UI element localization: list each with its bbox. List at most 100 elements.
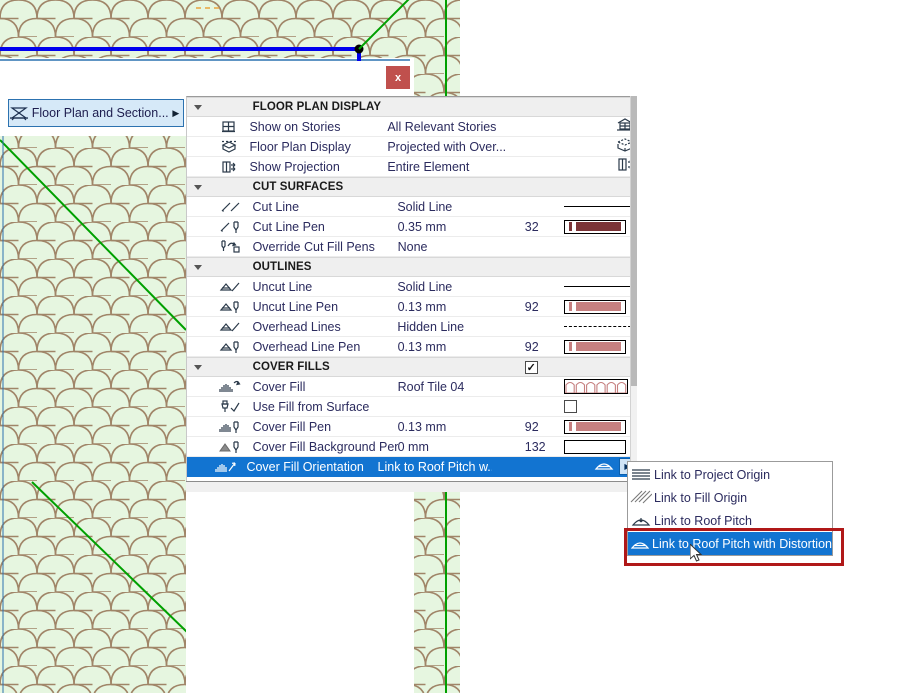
row-label: Cut Line Pen <box>252 219 325 234</box>
cut-line-pen-icon <box>209 219 251 235</box>
section-header-0[interactable]: FLOOR PLAN DISPLAY <box>187 97 636 117</box>
cut-line-icon <box>209 199 251 215</box>
pen-color-swatch[interactable] <box>564 219 627 234</box>
section-header-2[interactable]: OUTLINES <box>187 257 636 277</box>
menu-item-label: Link to Roof Pitch with Distortion <box>652 536 832 551</box>
menu-item-label: Link to Roof Pitch <box>654 513 752 528</box>
row-value[interactable]: 0.13 mm <box>398 420 525 434</box>
tab-floor-plan-and-section[interactable]: Floor Plan and Section... ▶ <box>8 99 184 127</box>
pen-color-swatch[interactable] <box>564 339 627 354</box>
cover-fill-orientation-menu[interactable]: Link to Project Origin Link to Fill Origi… <box>627 461 833 556</box>
section-title: FLOOR PLAN DISPLAY <box>252 101 382 113</box>
collapse-triangle-icon[interactable] <box>187 364 209 370</box>
menu-item[interactable]: Link to Fill Origin <box>628 486 832 509</box>
settings-row[interactable]: Cut Line Pen 0.35 mm 32 <box>187 217 636 237</box>
menu-item-label: Link to Project Origin <box>654 467 771 482</box>
row-swatch[interactable] <box>564 326 637 327</box>
section-header-1[interactable]: CUT SURFACES <box>187 177 636 197</box>
close-icon: x <box>394 71 402 84</box>
row-value[interactable]: 0.13 mm <box>398 340 525 354</box>
close-button[interactable]: x <box>386 66 410 89</box>
row-label: Cover Fill Background Pen <box>252 439 398 454</box>
link-roof-pitch-icon <box>628 513 654 529</box>
settings-row[interactable]: Uncut Line Solid Line <box>187 277 637 297</box>
settings-row[interactable]: Floor Plan Display Projected with Over... <box>187 137 636 157</box>
row-swatch[interactable] <box>564 339 636 354</box>
settings-row[interactable]: Cover Fill Roof Tile 04 <box>187 377 636 397</box>
row-value[interactable]: None <box>398 240 525 254</box>
section-title: CUT SURFACES <box>252 181 344 193</box>
row-swatch[interactable] <box>564 286 637 287</box>
row-label: Show on Stories <box>249 119 341 134</box>
row-pen-number: 32 <box>524 219 539 234</box>
settings-row[interactable]: Cover Fill Pen 0.13 mm 92 <box>187 417 636 437</box>
row-value[interactable]: Projected with Over... <box>387 140 508 154</box>
element-settings-panel[interactable]: FLOOR PLAN DISPLAY Show on Stories All Rel… <box>186 96 637 481</box>
show-projection-icon <box>208 159 248 175</box>
row-label: Overhead Line Pen <box>252 339 361 354</box>
row-value[interactable]: Solid Line <box>397 280 524 294</box>
row-swatch[interactable] <box>564 206 637 207</box>
use-fill-from-surface-icon <box>209 399 251 415</box>
overhead-lines-icon <box>209 319 251 335</box>
row-label: Cover Fill Orientation <box>246 459 364 474</box>
roof-tile-04-swatch[interactable] <box>564 379 629 394</box>
row-value[interactable]: 0.35 mm <box>398 220 525 234</box>
section-title: OUTLINES <box>252 261 312 273</box>
menu-item-label: Link to Fill Origin <box>654 490 748 505</box>
row-pen-number: 132 <box>524 439 546 454</box>
section-checkbox[interactable]: ✓ <box>524 360 538 374</box>
row-value[interactable]: Entire Element <box>387 160 508 174</box>
row-value[interactable]: Hidden Line <box>397 320 524 334</box>
chevron-right-icon: ▶ <box>172 107 180 118</box>
show-on-stories-icon <box>208 119 248 135</box>
row-swatch[interactable] <box>564 400 636 413</box>
settings-row[interactable]: Show Projection Entire Element <box>187 157 636 177</box>
row-swatch[interactable] <box>564 419 636 434</box>
settings-row[interactable]: Cut Line Solid Line <box>187 197 637 217</box>
roof-pitch-distortion-icon <box>593 457 615 476</box>
row-value[interactable]: Solid Line <box>397 200 524 214</box>
section-num: ✓ <box>524 360 565 374</box>
settings-row[interactable]: Uncut Line Pen 0.13 mm 92 <box>187 297 636 317</box>
row-swatch[interactable] <box>564 299 636 314</box>
settings-row[interactable]: Overhead Lines Hidden Line <box>187 317 637 337</box>
window-background-notch <box>0 127 10 136</box>
row-label: Show Projection <box>249 159 340 174</box>
row-value[interactable]: 0 mm <box>398 440 525 454</box>
override-cut-fill-pens-icon <box>209 239 251 255</box>
menu-item[interactable]: Link to Roof Pitch <box>628 509 832 532</box>
row-label: Uncut Line <box>252 279 313 294</box>
use-fill-from-surface-checkbox[interactable] <box>564 400 578 413</box>
floor-plan-display-icon <box>208 139 248 155</box>
row-label: Cover Fill Pen <box>252 419 332 434</box>
settings-row[interactable]: Show on Stories All Relevant Stories <box>187 117 636 137</box>
panel-scrollbar[interactable] <box>630 96 637 481</box>
floor-plan-section-icon <box>9 105 30 121</box>
settings-row[interactable]: Cover Fill Background Pen 0 mm 132 <box>187 437 636 457</box>
menu-item[interactable]: Link to Project Origin <box>628 463 832 486</box>
collapse-triangle-icon[interactable] <box>187 104 209 110</box>
settings-row[interactable]: Override Cut Fill Pens None <box>187 237 636 257</box>
row-value[interactable]: Roof Tile 04 <box>398 380 525 394</box>
settings-row[interactable]: Overhead Line Pen 0.13 mm 92 <box>187 337 636 357</box>
pen-color-swatch[interactable] <box>564 419 627 434</box>
settings-row[interactable]: Cover Fill Orientation Link to Roof Pitch… <box>187 457 636 477</box>
row-value[interactable]: Link to Roof Pitch w... <box>378 460 493 474</box>
row-label: Use Fill from Surface <box>252 399 370 414</box>
section-header-3[interactable]: COVER FILLS ✓ <box>187 357 636 377</box>
pen-color-swatch[interactable] <box>564 299 627 314</box>
row-swatch[interactable] <box>564 219 636 234</box>
pen-color-swatch[interactable] <box>564 439 627 454</box>
tab-label: Floor Plan and Section... <box>31 106 169 120</box>
row-swatch[interactable] <box>564 379 636 394</box>
scrollbar-thumb[interactable] <box>631 96 637 386</box>
collapse-triangle-icon[interactable] <box>187 184 209 190</box>
collapse-triangle-icon[interactable] <box>187 264 209 270</box>
section-title: COVER FILLS <box>252 361 330 373</box>
row-value[interactable]: All Relevant Stories <box>387 120 508 134</box>
menu-item[interactable]: Link to Roof Pitch with Distortion <box>628 532 832 555</box>
row-swatch[interactable] <box>564 439 636 454</box>
row-value[interactable]: 0.13 mm <box>398 300 525 314</box>
settings-row[interactable]: Use Fill from Surface <box>187 397 636 417</box>
